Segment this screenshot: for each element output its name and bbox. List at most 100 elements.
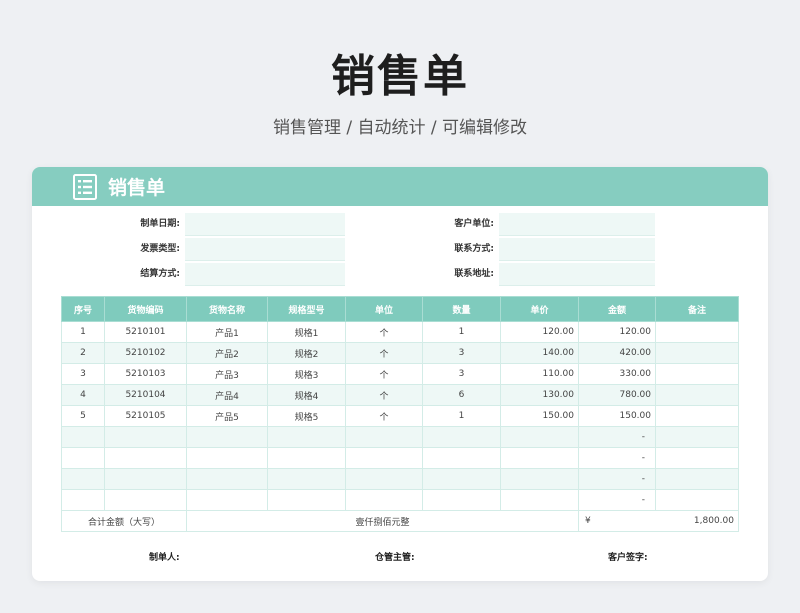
table-cell[interactable]: [61, 447, 105, 469]
order-date-label: 制单日期:: [140, 219, 180, 229]
table-cell[interactable]: 1: [61, 321, 105, 343]
table-cell[interactable]: 产品1: [186, 321, 268, 343]
table-cell[interactable]: [186, 489, 268, 511]
card-header: 销售单: [32, 167, 768, 206]
table-cell[interactable]: 5210105: [104, 405, 187, 427]
table-cell[interactable]: 3: [422, 363, 501, 385]
table-cell[interactable]: 5: [61, 405, 105, 427]
table-cell[interactable]: 个: [345, 384, 423, 406]
table-cell[interactable]: 规格1: [267, 321, 346, 343]
table-cell[interactable]: 5210102: [104, 342, 187, 364]
table-cell[interactable]: 1: [422, 405, 501, 427]
table-cell[interactable]: 3: [422, 342, 501, 364]
table-cell[interactable]: [422, 489, 501, 511]
table-cell[interactable]: 规格4: [267, 384, 346, 406]
table-cell[interactable]: [267, 489, 346, 511]
table-cell[interactable]: [61, 489, 105, 511]
table-cell[interactable]: [186, 426, 268, 448]
table-cell[interactable]: [500, 447, 579, 469]
table-cell[interactable]: 120.00: [500, 321, 579, 343]
total-label: 合计金额（大写）: [61, 510, 187, 532]
table-cell[interactable]: 个: [345, 321, 423, 343]
invoice-type-field[interactable]: [185, 238, 345, 261]
table-cell[interactable]: [422, 468, 501, 490]
table-cell[interactable]: [104, 426, 187, 448]
contact-field[interactable]: [499, 238, 655, 261]
table-cell[interactable]: 个: [345, 342, 423, 364]
table-cell[interactable]: 6: [422, 384, 501, 406]
table-cell[interactable]: [267, 426, 346, 448]
table-cell[interactable]: 330.00: [578, 363, 656, 385]
table-cell[interactable]: 140.00: [500, 342, 579, 364]
table-cell[interactable]: [345, 489, 423, 511]
table-cell[interactable]: [500, 468, 579, 490]
table-cell[interactable]: -: [578, 468, 656, 490]
table-cell[interactable]: 110.00: [500, 363, 579, 385]
table-cell[interactable]: 规格5: [267, 405, 346, 427]
card-title: 销售单: [108, 177, 166, 199]
table-cell[interactable]: 产品3: [186, 363, 268, 385]
table-cell[interactable]: 150.00: [500, 405, 579, 427]
table-cell[interactable]: 120.00: [578, 321, 656, 343]
table-cell[interactable]: [655, 468, 739, 490]
table-cell[interactable]: 3: [61, 363, 105, 385]
table-cell[interactable]: 产品5: [186, 405, 268, 427]
table-cell[interactable]: 1: [422, 321, 501, 343]
table-cell[interactable]: [61, 426, 105, 448]
table-cell[interactable]: [104, 447, 187, 469]
table-cell[interactable]: [267, 447, 346, 469]
table-cell[interactable]: [655, 426, 739, 448]
table-cell[interactable]: [655, 405, 739, 427]
address-field[interactable]: [499, 263, 655, 286]
column-header: 数量: [422, 296, 501, 322]
table-cell[interactable]: [655, 447, 739, 469]
table-cell[interactable]: 产品2: [186, 342, 268, 364]
table-cell[interactable]: 规格2: [267, 342, 346, 364]
settlement-field[interactable]: [185, 263, 345, 286]
table-cell[interactable]: 个: [345, 363, 423, 385]
table-cell[interactable]: -: [578, 447, 656, 469]
table-cell[interactable]: 780.00: [578, 384, 656, 406]
table-cell[interactable]: [345, 468, 423, 490]
table-cell[interactable]: [500, 489, 579, 511]
table-cell[interactable]: [186, 447, 268, 469]
table-header-row: 序号 货物编码 货物名称 规格型号 单位 数量 单价 金额 备注: [61, 296, 739, 322]
table-cell[interactable]: [655, 342, 739, 364]
table-cell[interactable]: 5210104: [104, 384, 187, 406]
table-cell[interactable]: [345, 447, 423, 469]
table-cell[interactable]: [422, 426, 501, 448]
table-cell[interactable]: 4: [61, 384, 105, 406]
table-cell[interactable]: [267, 468, 346, 490]
total-amount: 1,800.00: [693, 516, 734, 526]
column-header: 单位: [345, 296, 423, 322]
table-cell[interactable]: [104, 489, 187, 511]
info-row-1: 制单日期: 客户单位:: [32, 213, 768, 236]
table-cell[interactable]: 产品4: [186, 384, 268, 406]
table-cell[interactable]: [655, 321, 739, 343]
table-cell[interactable]: [500, 426, 579, 448]
table-cell[interactable]: [655, 363, 739, 385]
table-cell[interactable]: 5210101: [104, 321, 187, 343]
table-cell[interactable]: [186, 468, 268, 490]
table-cell[interactable]: -: [578, 489, 656, 511]
info-row-2: 发票类型: 联系方式:: [32, 238, 768, 261]
order-date-field[interactable]: [185, 213, 345, 236]
table-cell[interactable]: 5210103: [104, 363, 187, 385]
total-row: 合计金额（大写） 壹仟捌佰元整 ¥ 1,800.00: [61, 510, 739, 532]
table-cell[interactable]: [422, 447, 501, 469]
table-cell[interactable]: 420.00: [578, 342, 656, 364]
customer-field[interactable]: [499, 213, 655, 236]
table-cell[interactable]: 150.00: [578, 405, 656, 427]
table-cell[interactable]: [655, 384, 739, 406]
table-cell[interactable]: 130.00: [500, 384, 579, 406]
table-cell[interactable]: 个: [345, 405, 423, 427]
column-header: 规格型号: [267, 296, 346, 322]
table-cell[interactable]: [61, 468, 105, 490]
table-cell[interactable]: 规格3: [267, 363, 346, 385]
table-row: 3 5210103 产品3 规格3 个 3 110.00 330.00: [61, 363, 739, 385]
table-cell[interactable]: [655, 489, 739, 511]
table-cell[interactable]: 2: [61, 342, 105, 364]
table-cell[interactable]: -: [578, 426, 656, 448]
table-cell[interactable]: [345, 426, 423, 448]
table-cell[interactable]: [104, 468, 187, 490]
